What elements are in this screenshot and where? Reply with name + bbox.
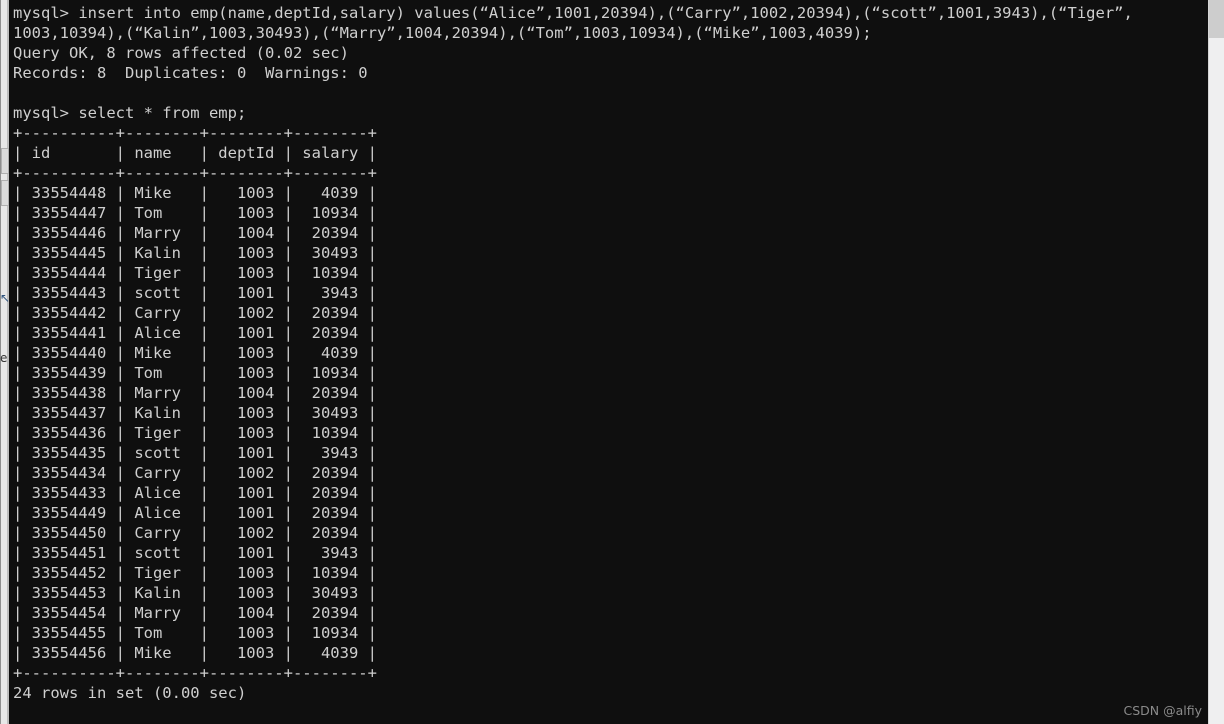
terminal-line: | 33554441 | Alice | 1001 | 20394 | — [13, 324, 377, 342]
terminal-line: | 33554435 | scott | 1001 | 3943 | — [13, 444, 377, 462]
terminal-line: | 33554433 | Alice | 1001 | 20394 | — [13, 484, 377, 502]
terminal-line: | 33554439 | Tom | 1003 | 10934 | — [13, 364, 377, 382]
background-window-artifact-upper — [1, 148, 9, 174]
terminal-line: | 33554434 | Carry | 1002 | 20394 | — [13, 464, 377, 482]
terminal-line: | 33554442 | Carry | 1002 | 20394 | — [13, 304, 377, 322]
terminal-line: 1003,10394),(“Kalin”,1003,30493),(“Marry… — [13, 24, 872, 42]
terminal-line: +----------+--------+--------+--------+ — [13, 124, 377, 142]
terminal-line: 24 rows in set (0.00 sec) — [13, 684, 247, 702]
background-window-artifact-lower — [1, 180, 9, 206]
terminal-line: | 33554436 | Tiger | 1003 | 10394 | — [13, 424, 377, 442]
terminal-line: | 33554451 | scott | 1001 | 3943 | — [13, 544, 377, 562]
terminal-line: mysql> insert into emp(name,deptId,salar… — [13, 4, 1133, 22]
terminal-line: Query OK, 8 rows affected (0.02 sec) — [13, 44, 349, 62]
terminal-line: | 33554437 | Kalin | 1003 | 30493 | — [13, 404, 377, 422]
background-cursor-icon: ↖ — [0, 291, 11, 305]
terminal-line: | 33554452 | Tiger | 1003 | 10394 | — [13, 564, 377, 582]
terminal-output: mysql> insert into emp(name,deptId,salar… — [13, 3, 1208, 703]
terminal-line: Records: 8 Duplicates: 0 Warnings: 0 — [13, 64, 368, 82]
terminal-line: | 33554447 | Tom | 1003 | 10934 | — [13, 204, 377, 222]
terminal-line: | 33554450 | Carry | 1002 | 20394 | — [13, 524, 377, 542]
terminal-line: | 33554455 | Tom | 1003 | 10934 | — [13, 624, 377, 642]
mysql-terminal[interactable]: mysql> insert into emp(name,deptId,salar… — [9, 0, 1208, 724]
terminal-line: +----------+--------+--------+--------+ — [13, 164, 377, 182]
watermark: CSDN @alfiy — [1123, 703, 1202, 718]
terminal-line: mysql> select * from emp; — [13, 104, 247, 122]
terminal-line: | 33554446 | Marry | 1004 | 20394 | — [13, 224, 377, 242]
terminal-line: | id | name | deptId | salary | — [13, 144, 377, 162]
terminal-line: | 33554445 | Kalin | 1003 | 30493 | — [13, 244, 377, 262]
terminal-line: | 33554453 | Kalin | 1003 | 30493 | — [13, 584, 377, 602]
terminal-line: | 33554454 | Marry | 1004 | 20394 | — [13, 604, 377, 622]
scrollbar-thumb[interactable] — [1209, 0, 1224, 38]
terminal-line: | 33554448 | Mike | 1003 | 4039 | — [13, 184, 377, 202]
terminal-line: | 33554443 | scott | 1001 | 3943 | — [13, 284, 377, 302]
terminal-line: | 33554440 | Mike | 1003 | 4039 | — [13, 344, 377, 362]
terminal-line: | 33554438 | Marry | 1004 | 20394 | — [13, 384, 377, 402]
terminal-line: +----------+--------+--------+--------+ — [13, 664, 377, 682]
terminal-line: | 33554444 | Tiger | 1003 | 10394 | — [13, 264, 377, 282]
vertical-scrollbar[interactable] — [1208, 0, 1224, 724]
screen: ↖ e mysql> insert into emp(name,deptId,s… — [0, 0, 1224, 724]
background-text-fragment: e — [0, 351, 8, 365]
terminal-line: | 33554449 | Alice | 1001 | 20394 | — [13, 504, 377, 522]
terminal-line: | 33554456 | Mike | 1003 | 4039 | — [13, 644, 377, 662]
